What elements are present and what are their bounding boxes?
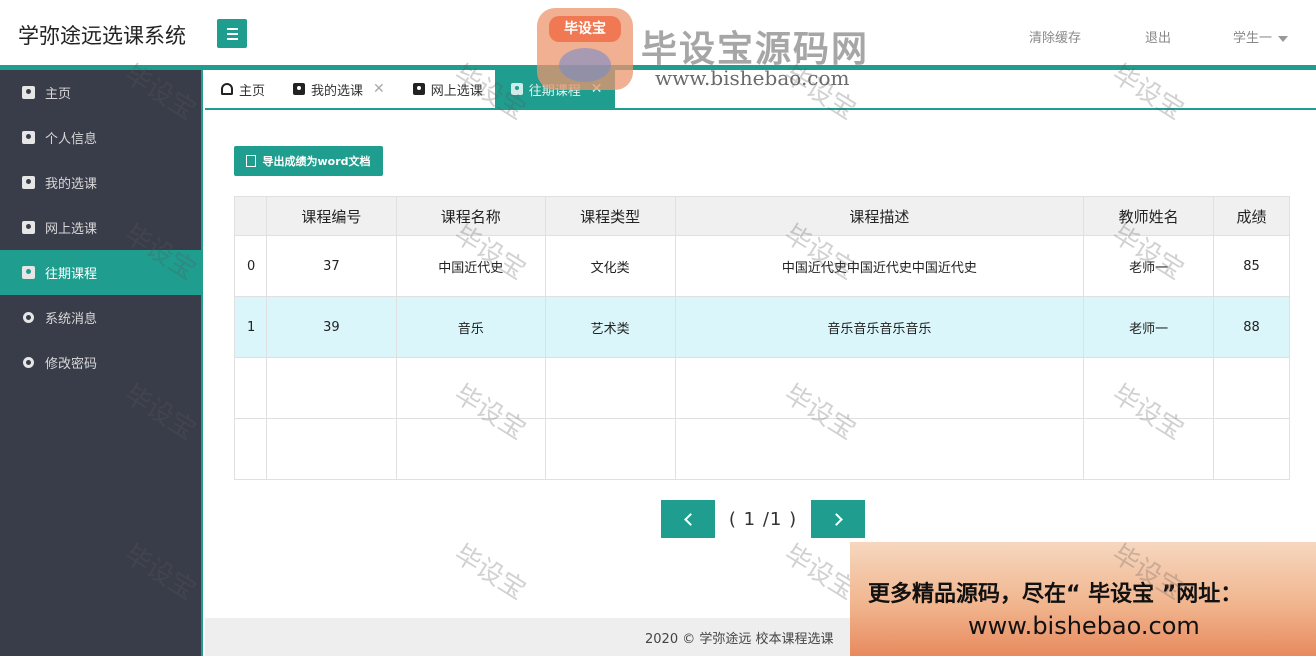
book-icon <box>22 86 35 99</box>
book-icon <box>22 176 35 189</box>
table-cell: 音乐 <box>395 296 546 358</box>
sidebar-item-profile[interactable]: 个人信息 <box>0 115 201 160</box>
sidebar-item-home[interactable]: 主页 <box>0 70 201 115</box>
circle-icon <box>23 312 34 323</box>
caret-down-icon <box>1278 35 1289 42</box>
app-title: 学弥途远选课系统 <box>18 24 186 48</box>
table-cell: 0 <box>234 235 267 297</box>
book-icon <box>412 83 425 95</box>
book-icon <box>510 83 523 95</box>
circle-icon <box>23 357 34 368</box>
file-icon <box>246 155 257 167</box>
sidebar-item-label: 个人信息 <box>45 132 98 147</box>
sidebar-item-label: 系统消息 <box>45 312 98 327</box>
page-indicator: ( 1 /1 ) <box>728 508 798 530</box>
sidebar-item-label: 往期课程 <box>45 267 98 282</box>
table-cell: 1 <box>234 296 267 358</box>
column-header: 课程类型 <box>544 196 676 236</box>
main-content: 导出成绩为word文档 课程编号 课程名称 课程类型 课程描述 教师姓名 成绩 … <box>205 112 1316 618</box>
chevron-right-icon <box>829 512 843 526</box>
sidebar: 主页 个人信息 我的选课 网上选课 往期课程 系统消息 修改密码 <box>0 70 203 656</box>
sidebar-item-change-password[interactable]: 修改密码 <box>0 340 201 385</box>
empty-table-row <box>234 418 1290 480</box>
column-header: 成绩 <box>1213 196 1290 236</box>
hamburger-icon <box>226 27 238 30</box>
column-header: 课程名称 <box>395 196 546 236</box>
top-header: 学弥途远选课系统 清除缓存 退出 学生一 <box>0 0 1316 66</box>
table-row[interactable]: 0 37 中国近代史 文化类 中国近代史中国近代史中国近代史 老师一 85 <box>234 235 1290 297</box>
sidebar-item-label: 修改密码 <box>45 357 98 372</box>
table-cell: 老师一 <box>1083 296 1215 358</box>
book-icon <box>22 221 35 234</box>
book-icon <box>22 131 35 144</box>
next-page-button[interactable] <box>811 500 865 538</box>
column-header: 教师姓名 <box>1083 196 1215 236</box>
table-cell: 37 <box>265 235 397 297</box>
table-cell: 艺术类 <box>544 296 676 358</box>
sidebar-item-online-selection[interactable]: 网上选课 <box>0 205 201 250</box>
sidebar-item-past-courses[interactable]: 往期课程 <box>0 250 201 295</box>
table-cell: 音乐音乐音乐音乐 <box>674 296 1085 358</box>
table-cell: 中国近代史 <box>395 235 546 297</box>
tab-label: 网上选课 <box>430 83 483 99</box>
tab-my-courses[interactable]: 我的选课 ✕ <box>277 70 397 108</box>
export-button-label: 导出成绩为word文档 <box>262 155 371 168</box>
clear-cache-link[interactable]: 清除缓存 <box>1029 27 1081 46</box>
footer: 2020 © 学弥途远 校本课程选课 <box>205 618 1316 656</box>
tab-home[interactable]: 主页 <box>205 70 277 108</box>
table-cell: 文化类 <box>544 235 676 297</box>
sidebar-item-label: 主页 <box>45 87 72 102</box>
close-icon[interactable]: ✕ <box>591 81 603 97</box>
table-cell: 老师一 <box>1083 235 1215 297</box>
sidebar-item-label: 网上选课 <box>45 222 98 237</box>
sidebar-item-my-courses[interactable]: 我的选课 <box>0 160 201 205</box>
column-header: 课程描述 <box>674 196 1085 236</box>
tab-label: 往期课程 <box>528 83 581 99</box>
chevron-left-icon <box>683 512 697 526</box>
prev-page-button[interactable] <box>661 500 715 538</box>
close-icon[interactable]: ✕ <box>373 81 385 97</box>
user-name: 学生一 <box>1233 31 1273 46</box>
table-header-row: 课程编号 课程名称 课程类型 课程描述 教师姓名 成绩 <box>234 196 1290 236</box>
book-icon <box>293 83 306 95</box>
export-word-button[interactable]: 导出成绩为word文档 <box>234 146 383 176</box>
table-cell: 中国近代史中国近代史中国近代史 <box>674 235 1085 297</box>
empty-table-row <box>234 357 1290 419</box>
table-row[interactable]: 1 39 音乐 艺术类 音乐音乐音乐音乐 老师一 88 <box>234 296 1290 358</box>
column-header <box>234 196 267 236</box>
footer-text: 2020 © 学弥途远 校本课程选课 <box>645 632 834 647</box>
tab-past-courses[interactable]: 往期课程 ✕ <box>494 70 615 108</box>
book-icon <box>22 266 35 279</box>
tab-bar: 主页 我的选课 ✕ 网上选课 往期课程 ✕ <box>205 70 1316 110</box>
past-courses-table: 课程编号 课程名称 课程类型 课程描述 教师姓名 成绩 0 37 中国近代史 文… <box>234 196 1290 480</box>
table-cell: 88 <box>1213 296 1290 358</box>
table-cell: 85 <box>1213 235 1290 297</box>
sidebar-item-messages[interactable]: 系统消息 <box>0 295 201 340</box>
logout-link[interactable]: 退出 <box>1145 27 1171 46</box>
user-menu[interactable]: 学生一 <box>1233 27 1289 46</box>
column-header: 课程编号 <box>265 196 397 236</box>
tab-label: 我的选课 <box>311 83 364 99</box>
pagination: ( 1 /1 ) <box>661 500 865 538</box>
table-cell: 39 <box>265 296 397 358</box>
dashboard-icon <box>221 83 233 95</box>
tab-online-selection[interactable]: 网上选课 <box>397 70 495 108</box>
tab-label: 主页 <box>239 83 266 99</box>
sidebar-item-label: 我的选课 <box>45 177 98 192</box>
menu-toggle-button[interactable] <box>217 19 247 48</box>
